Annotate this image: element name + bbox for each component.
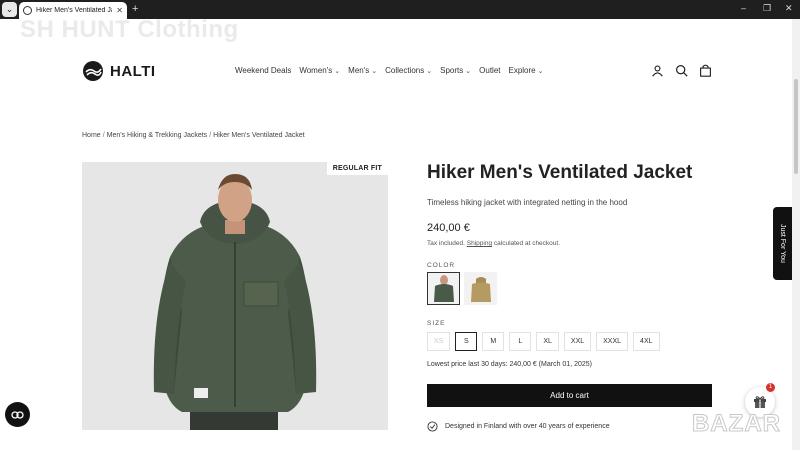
size-option-4xl[interactable]: 4XL xyxy=(633,332,660,351)
fit-badge: REGULAR FIT xyxy=(326,162,388,175)
nav-item-collections[interactable]: Collections ⌄ xyxy=(385,66,432,75)
nav-item-sports[interactable]: Sports ⌄ xyxy=(440,66,471,75)
breadcrumb: Home / Men's Hiking & Trekking Jackets / Hik… xyxy=(82,132,305,139)
jacket-thumbnail-green xyxy=(433,274,454,302)
nav-item-women-s[interactable]: Women's ⌄ xyxy=(299,66,340,75)
halti-logo-icon xyxy=(83,61,103,81)
cart-icon[interactable] xyxy=(699,64,712,77)
size-option-l[interactable]: L xyxy=(509,332,532,351)
header-icons xyxy=(651,64,712,77)
watermark: SH HUNT Clothing xyxy=(20,16,239,43)
just-for-you-tab[interactable]: Just For You xyxy=(773,207,792,280)
chevron-down-icon: ⌄ xyxy=(426,68,433,75)
shipping-link[interactable]: Shipping xyxy=(467,240,492,247)
color-swatches xyxy=(427,272,497,305)
breadcrumb-category[interactable]: Men's Hiking & Trekking Jackets xyxy=(107,132,208,139)
chevron-down-icon: ⌄ xyxy=(465,68,472,75)
browser-tab-title: Hiker Men's Ventilated Jacket xyxy=(36,7,112,14)
size-option-xs[interactable]: XS xyxy=(427,332,451,351)
product-price: 240,00 € xyxy=(427,222,470,234)
designed-in-finland: Designed in Finland with over 40 years o… xyxy=(427,421,610,432)
user-icon[interactable] xyxy=(651,64,664,77)
brand-name: HALTI xyxy=(110,62,156,80)
minimize-button[interactable]: – xyxy=(741,3,746,13)
size-option-s[interactable]: S xyxy=(455,332,478,351)
jacket-model-image xyxy=(82,162,388,430)
add-to-cart-button[interactable]: Add to cart xyxy=(427,384,712,407)
product-image[interactable]: REGULAR FIT xyxy=(82,162,388,430)
maximize-button[interactable]: ❐ xyxy=(763,3,771,14)
scrollbar-thumb[interactable] xyxy=(794,79,798,174)
size-option-xxxl[interactable]: XXXL xyxy=(596,332,629,351)
close-window-button[interactable]: ✕ xyxy=(785,3,793,14)
color-label: COLOR xyxy=(427,262,456,269)
tax-note: Tax included. Shipping calculated at che… xyxy=(427,240,561,247)
product-title: Hiker Men's Ventilated Jacket xyxy=(427,162,693,183)
lowest-price-note: Lowest price last 30 days: 240,00 € (Mar… xyxy=(427,361,592,368)
page-scrollbar[interactable] xyxy=(792,19,800,450)
search-icon[interactable] xyxy=(675,64,688,77)
size-option-xxl[interactable]: XXL xyxy=(563,332,592,351)
gift-count-badge: 1 xyxy=(766,383,775,392)
nav-item-explore[interactable]: Explore ⌄ xyxy=(508,66,543,75)
size-label: SIZE xyxy=(427,320,446,327)
chevron-down-icon: ⌄ xyxy=(537,68,544,75)
size-option-xl[interactable]: XL xyxy=(536,332,559,351)
tab-menu-button[interactable]: ⌄ xyxy=(2,2,17,17)
tab-close-icon[interactable]: ✕ xyxy=(116,6,123,15)
cookie-settings-button[interactable] xyxy=(5,402,30,427)
check-badge-icon xyxy=(427,421,438,432)
bazar-logo: BAZAR xyxy=(692,410,781,438)
product-subtitle: Timeless hiking jacket with integrated n… xyxy=(427,198,628,207)
chevron-down-icon: ⌄ xyxy=(334,68,341,75)
breadcrumb-current: Hiker Men's Ventilated Jacket xyxy=(213,132,305,139)
new-tab-button[interactable]: + xyxy=(132,2,138,17)
breadcrumb-home[interactable]: Home xyxy=(82,132,101,139)
color-swatch-sand[interactable] xyxy=(464,272,497,305)
cookie-icon xyxy=(11,410,24,419)
color-swatch-green[interactable] xyxy=(427,272,460,305)
size-option-m[interactable]: M xyxy=(482,332,505,351)
jacket-thumbnail-sand xyxy=(470,276,491,302)
size-options: XS S M L XL XXL XXXL 4XL xyxy=(427,332,660,351)
chevron-down-icon: ⌄ xyxy=(371,68,378,75)
nav-item-weekend-deals[interactable]: Weekend Deals xyxy=(235,66,291,75)
main-nav: Weekend Deals Women's ⌄ Men's ⌄ Collections ⌄ S… xyxy=(235,66,543,75)
brand-logo[interactable]: HALTI xyxy=(82,60,156,82)
nav-item-men-s[interactable]: Men's ⌄ xyxy=(348,66,377,75)
halti-favicon-icon xyxy=(23,6,32,15)
nav-item-outlet[interactable]: Outlet xyxy=(479,66,500,75)
svg-text:BAZAR: BAZAR xyxy=(692,410,781,437)
